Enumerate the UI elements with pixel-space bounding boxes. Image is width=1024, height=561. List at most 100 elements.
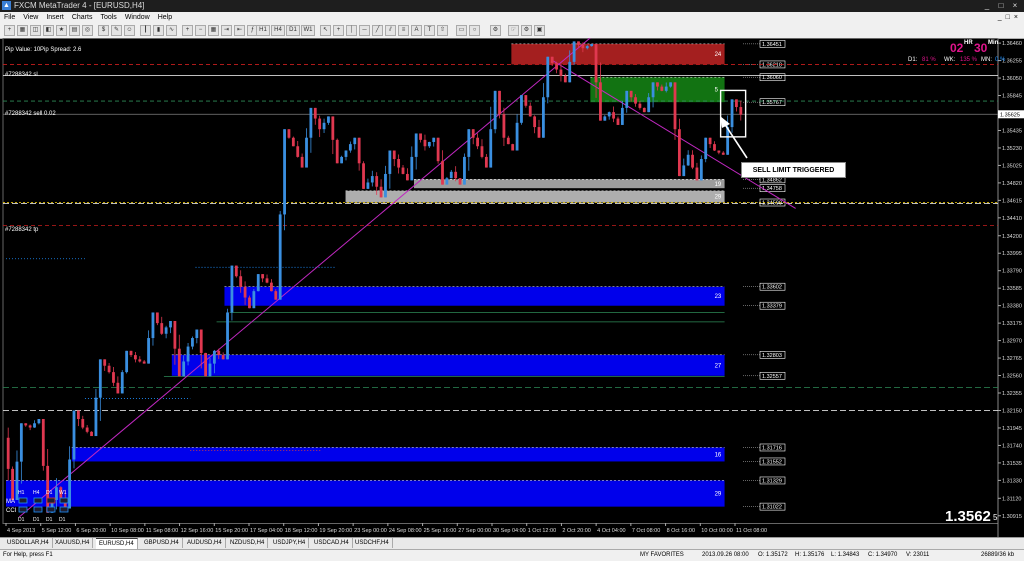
candle-body: [506, 137, 510, 145]
candle-body: [375, 176, 379, 187]
candle-body: [173, 320, 177, 349]
price-tag: 1.36060: [762, 75, 782, 81]
timeframe-h4[interactable]: H4: [271, 25, 285, 36]
tab-gbpusd[interactable]: GBPUSD,H4: [141, 538, 183, 548]
line-chart-icon[interactable]: ∿: [166, 25, 177, 36]
menu-tools[interactable]: Tools: [100, 14, 116, 21]
arrows-icon[interactable]: ⇧: [437, 25, 448, 36]
candle-body: [182, 361, 186, 377]
text-icon[interactable]: A: [411, 25, 422, 36]
candle-body: [467, 129, 471, 157]
candle-body: [318, 118, 322, 130]
tab-audusd[interactable]: AUDUSD,H4: [184, 538, 226, 548]
navigator-icon[interactable]: ★: [56, 25, 67, 36]
terminal-icon[interactable]: ▤: [69, 25, 80, 36]
vertical-line-icon[interactable]: │: [346, 25, 357, 36]
trendline-icon[interactable]: ╱: [372, 25, 383, 36]
expert-advisors-icon[interactable]: ☺: [124, 25, 135, 36]
mini-cci-box: [46, 506, 56, 513]
candle-body: [138, 359, 142, 362]
zone-blue-4-label: 29: [715, 492, 722, 498]
candle-body: [708, 137, 712, 145]
tile-windows-icon[interactable]: ▦: [208, 25, 219, 36]
metaeditor-icon[interactable]: ✎: [111, 25, 122, 36]
timeframe-w1[interactable]: W1: [301, 25, 315, 36]
tool-icon[interactable]: ⚙: [490, 25, 501, 36]
settings-icon[interactable]: ⚙: [521, 25, 532, 36]
candle-body: [248, 297, 251, 309]
fibonacci-icon[interactable]: ≡: [398, 25, 409, 36]
crosshair-icon[interactable]: +: [333, 25, 344, 36]
market-watch-icon[interactable]: ◫: [30, 25, 41, 36]
tab-usdjpy[interactable]: USDJPY,H4: [270, 538, 310, 548]
doc-minimize-button[interactable]: _: [998, 14, 1002, 21]
candle-body: [208, 363, 212, 377]
properties-icon[interactable]: ▣: [534, 25, 545, 36]
candle-body: [134, 355, 137, 360]
status-profile[interactable]: MY FAVORITES: [640, 550, 684, 561]
candle-body: [357, 137, 361, 164]
candle-body: [348, 144, 352, 151]
candle-body: [291, 137, 295, 147]
timeframe-d1[interactable]: D1: [286, 25, 300, 36]
menu-window[interactable]: Window: [125, 14, 150, 21]
close-button[interactable]: ×: [1008, 0, 1022, 12]
tab-nzdusd[interactable]: NZDUSD,H4: [227, 538, 269, 548]
candle-body: [620, 107, 624, 125]
menu-insert[interactable]: Insert: [46, 14, 64, 21]
status-close: C: 1.34970: [868, 552, 898, 558]
maximize-button[interactable]: □: [994, 0, 1008, 12]
profiles-icon[interactable]: ▦: [17, 25, 28, 36]
tab-usdcad[interactable]: USDCAD,H4: [311, 538, 353, 548]
candle-body: [6, 437, 10, 469]
candle-body: [577, 41, 580, 45]
x-tick-label: 11 Oct 08:00: [736, 528, 767, 534]
candle-body: [55, 487, 58, 500]
zone-blue-1-label: 23: [715, 294, 722, 300]
candle-body: [217, 350, 221, 356]
doc-close-button[interactable]: ×: [1014, 14, 1018, 21]
candle-body: [204, 352, 208, 377]
doc-restore-button[interactable]: □: [1006, 14, 1010, 21]
new-chart-icon[interactable]: +: [4, 25, 15, 36]
bar-chart-icon[interactable]: ┃: [140, 25, 151, 36]
cursor-icon[interactable]: ↖: [320, 25, 331, 36]
data-window-icon[interactable]: ◧: [43, 25, 54, 36]
horizontal-line-icon[interactable]: ─: [359, 25, 370, 36]
pointer-icon[interactable]: ☞: [508, 25, 519, 36]
order-tp-label: #7288342 tp: [5, 227, 39, 233]
pip-value: Pip Value: 10: [5, 47, 41, 53]
new-order-icon[interactable]: $: [98, 25, 109, 36]
candle-body: [177, 348, 181, 377]
chart-shift-icon[interactable]: ⇤: [234, 25, 245, 36]
label-icon[interactable]: T: [424, 25, 435, 36]
timeframe-h1[interactable]: H1: [256, 25, 270, 36]
menu-view[interactable]: View: [23, 14, 38, 21]
candle-body: [68, 459, 72, 509]
candlestick-icon[interactable]: ▮: [153, 25, 164, 36]
candle-body: [107, 365, 111, 373]
stat-mn-label: MN:: [981, 57, 992, 63]
chart-area[interactable]: 24 5 19 29 23 27 16 29 1.36451 1.36210 1.36060 1.35…: [0, 38, 1024, 537]
menu-charts[interactable]: Charts: [72, 14, 93, 21]
candle-body: [647, 97, 651, 113]
menu-file[interactable]: File: [4, 14, 15, 21]
candle-body: [103, 359, 107, 366]
candle-body: [212, 350, 216, 364]
tester-icon[interactable]: ◎: [82, 25, 93, 36]
shape-icon[interactable]: ▭: [456, 25, 467, 36]
menu-help[interactable]: Help: [158, 14, 172, 21]
channel-icon[interactable]: ⫽: [385, 25, 396, 36]
y-tick-label: 1.31535: [1002, 461, 1022, 467]
chart-svg[interactable]: 24 5 19 29 23 27 16 29 1.36451 1.36210 1.36060 1.35…: [0, 38, 1024, 537]
tab-usdchf[interactable]: USDCHF,H4: [352, 538, 393, 548]
zoom-in-icon[interactable]: +: [182, 25, 193, 36]
zoom-out-icon[interactable]: −: [195, 25, 206, 36]
auto-scroll-icon[interactable]: ⇥: [221, 25, 232, 36]
circle-icon[interactable]: ○: [469, 25, 480, 36]
tab-xauusd[interactable]: XAUUSD,H4: [52, 538, 94, 548]
status-traffic: 26889/36 kb: [981, 552, 1015, 558]
tab-eurusd[interactable]: EURUSD,H4: [96, 538, 138, 549]
minimize-button[interactable]: _: [980, 0, 994, 12]
tab-usdollar[interactable]: USDOLLAR,H4: [4, 538, 53, 548]
